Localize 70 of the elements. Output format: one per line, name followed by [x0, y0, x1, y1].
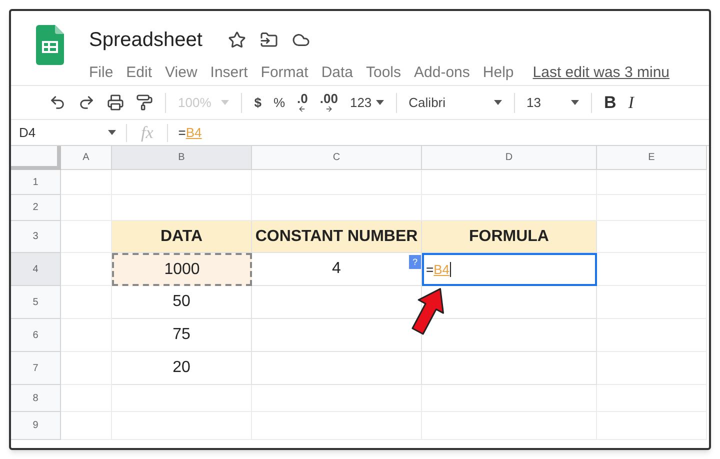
star-icon[interactable]	[228, 31, 246, 49]
dropdown-caret-icon	[570, 100, 579, 105]
redo-icon[interactable]	[78, 94, 95, 111]
dropdown-caret-icon	[221, 100, 230, 105]
table-cell	[61, 352, 112, 385]
menu-item[interactable]: Add-ons	[414, 62, 470, 84]
table-cell: 75	[112, 319, 252, 352]
row-header[interactable]: 3	[11, 221, 61, 253]
table-cell	[61, 319, 112, 352]
menu-item[interactable]: Format	[260, 62, 308, 84]
undo-icon[interactable]	[49, 94, 66, 111]
table-cell: 20	[112, 352, 252, 385]
table-cell: CONSTANT NUMBER	[252, 221, 422, 253]
last-edit-link[interactable]: Last edit was 3 minu	[532, 62, 670, 84]
dropdown-caret-icon	[108, 130, 116, 135]
row-header[interactable]: 5	[11, 286, 61, 319]
column-header[interactable]: C	[252, 146, 422, 170]
left-arrow-icon	[298, 104, 306, 112]
number-format-dropdown[interactable]: 123	[350, 92, 384, 112]
row-header[interactable]: 8	[11, 385, 61, 412]
table-cell	[61, 195, 112, 221]
row-header[interactable]: 2	[11, 195, 61, 221]
menu-item[interactable]: Tools	[366, 62, 402, 84]
table-cell: DATA	[112, 221, 252, 253]
decrease-decimals-button[interactable]: .0	[297, 92, 308, 112]
row-header[interactable]: 9	[11, 412, 61, 440]
column-header[interactable]: B	[112, 146, 252, 170]
pointer-arrow	[412, 288, 444, 335]
menu-item[interactable]: File	[89, 62, 114, 84]
font-dropdown[interactable]: Calibri	[408, 92, 502, 112]
row-header[interactable]: 4	[11, 253, 61, 286]
increase-decimals-button[interactable]: .00	[320, 92, 338, 112]
row-header[interactable]: 7	[11, 352, 61, 385]
row-header[interactable]: 1	[11, 170, 61, 195]
print-icon[interactable]	[107, 94, 124, 111]
menu-item[interactable]: Edit	[126, 62, 152, 84]
table-cell	[61, 385, 112, 412]
menu-item[interactable]: Insert	[210, 62, 248, 84]
table-cell: 50	[112, 286, 252, 319]
dropdown-caret-icon	[494, 100, 502, 105]
paint-format-icon[interactable]	[136, 94, 153, 111]
document-title[interactable]: Spreadsheet	[89, 25, 202, 55]
name-box[interactable]: D4	[11, 122, 126, 142]
right-arrow-icon	[324, 104, 333, 112]
formula-input-field[interactable]: =B4	[168, 122, 709, 142]
table-cell: FORMULA	[422, 221, 597, 253]
menu-item[interactable]: Data	[321, 62, 353, 84]
table-cell	[61, 412, 112, 440]
cloud-icon[interactable]	[292, 31, 310, 49]
corner-cell[interactable]	[11, 146, 61, 170]
folder-icon[interactable]	[260, 31, 278, 49]
function-icon: fx	[127, 120, 168, 146]
menu-item[interactable]: Help	[482, 62, 514, 84]
font-size-dropdown[interactable]: 13	[526, 92, 579, 112]
dropdown-caret-icon	[376, 100, 384, 105]
bold-button[interactable]: B	[604, 90, 616, 116]
column-header[interactable]: E	[597, 146, 707, 170]
menu-item[interactable]: View	[165, 62, 198, 84]
table-cell	[61, 286, 112, 319]
sheets-logo-icon	[36, 25, 64, 65]
column-header[interactable]: D	[422, 146, 597, 170]
currency-button[interactable]: $	[254, 92, 262, 112]
column-header[interactable]: A	[61, 146, 112, 170]
table-cell: 1000	[112, 253, 252, 286]
cell-editor-field[interactable]: =B4	[422, 253, 597, 286]
percent-button[interactable]: %	[273, 92, 286, 112]
italic-button[interactable]: I	[628, 90, 634, 116]
table-cell	[61, 170, 112, 195]
help-badge[interactable]: ?	[409, 255, 421, 269]
row-header[interactable]: 6	[11, 319, 61, 352]
